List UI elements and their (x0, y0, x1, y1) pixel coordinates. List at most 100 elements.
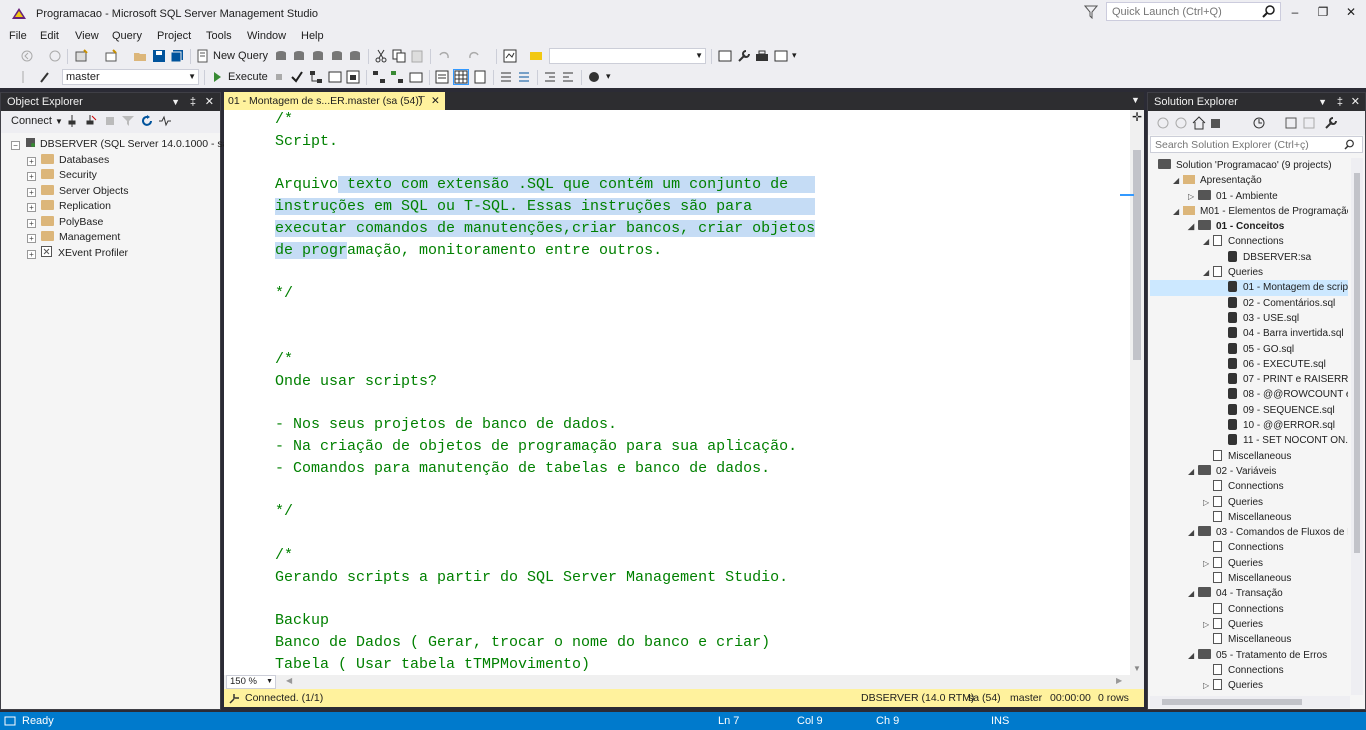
restore-button[interactable]: ❐ (1312, 4, 1334, 20)
panel-dropdown-icon[interactable]: ▼ (1318, 93, 1327, 111)
tree-node-replication[interactable]: + Replication (27, 199, 219, 215)
solution-tree-item[interactable]: 04 - Barra invertida.sql (1150, 326, 1348, 341)
code-line[interactable]: - Nos seus projetos de banco de dados. (275, 414, 815, 436)
code-line[interactable]: Tabela ( Usar tabela tTMPMovimento) (275, 654, 815, 675)
paste-icon[interactable] (410, 49, 424, 63)
code-line[interactable] (275, 327, 815, 349)
activity-monitor-icon[interactable] (503, 49, 517, 63)
parse-checkmark-icon[interactable] (290, 70, 304, 84)
code-line[interactable]: /* (275, 110, 815, 131)
tab-close-icon[interactable]: ✕ (431, 92, 440, 110)
menu-help[interactable]: Help (300, 28, 325, 44)
results-to-file-icon[interactable] (473, 70, 487, 84)
toolbox-icon[interactable] (755, 49, 769, 63)
save-all-icon[interactable] (170, 49, 184, 63)
solution-tree-item[interactable]: ◢ Apresentação (1150, 173, 1348, 188)
collapse-arrow-icon[interactable]: ◢ (1188, 219, 1198, 234)
connect-icon[interactable] (16, 70, 30, 84)
solution-tree-item[interactable]: 09 - SEQUENCE.sql (1150, 403, 1348, 418)
menu-edit[interactable]: Edit (39, 28, 60, 44)
zoom-select[interactable]: 150 % ▼ (226, 675, 276, 689)
pin-icon[interactable]: ‡ (190, 93, 196, 111)
tools-wrench-icon[interactable] (737, 49, 751, 63)
redo-icon[interactable] (467, 49, 481, 63)
code-line[interactable] (275, 589, 815, 611)
pending-changes-icon[interactable] (1252, 116, 1266, 130)
uncomment-icon[interactable] (517, 70, 531, 84)
expand-icon[interactable]: + (27, 156, 36, 166)
solution-horizontal-scrollbar[interactable] (1150, 696, 1350, 708)
menu-file[interactable]: File (8, 28, 28, 44)
copy-icon[interactable] (392, 49, 406, 63)
code-line[interactable]: de programação, monitoramento entre outr… (275, 240, 815, 262)
code-line[interactable] (275, 262, 815, 284)
close-window-button[interactable]: ✕ (1340, 4, 1362, 20)
panel-dropdown-icon[interactable]: ▼ (171, 93, 180, 111)
code-line[interactable]: instruções em SQL ou T-SQL. Essas instru… (275, 196, 816, 218)
database-select[interactable]: master ▼ (62, 69, 199, 85)
solution-tree-item[interactable]: ◢ Queries (1150, 265, 1348, 280)
add-item-icon[interactable] (104, 49, 118, 63)
results-to-text-icon[interactable] (435, 70, 449, 84)
menu-window[interactable]: Window (246, 28, 287, 44)
properties-icon[interactable] (718, 49, 732, 63)
scroll-thumb[interactable] (1354, 173, 1360, 553)
solution-tree-item[interactable]: ◢ 04 - Transação (1150, 586, 1348, 601)
code-line[interactable]: - Na criação de objetos de programação p… (275, 436, 815, 458)
database-engine-query-icon[interactable] (274, 49, 288, 63)
solution-tree-item[interactable]: 11 - SET NOCONT ON.s (1150, 433, 1348, 448)
home-icon[interactable] (1192, 116, 1206, 130)
new-project-icon[interactable] (74, 49, 88, 63)
code-line[interactable]: executar comandos de manutenções,criar b… (275, 218, 816, 240)
code-line[interactable]: Gerando scripts a partir do SQL Server M… (275, 567, 815, 589)
expand-arrow-icon[interactable]: ▷ (1188, 189, 1198, 204)
expand-arrow-icon[interactable]: ▷ (1203, 678, 1213, 693)
filter-icon[interactable] (121, 114, 135, 128)
collapse-arrow-icon[interactable]: ◢ (1173, 173, 1183, 188)
tree-node-management[interactable]: + Management (27, 230, 219, 246)
code-line[interactable] (275, 392, 815, 414)
code-area[interactable]: /* Script. Arquivo texto com extensão .SQL… (248, 110, 1118, 675)
close-panel-icon[interactable]: ✕ (205, 93, 214, 111)
feedback-filter-icon[interactable] (1084, 5, 1098, 19)
selected-text[interactable]: texto com extensão .SQL que contém um co… (338, 176, 816, 194)
code-line[interactable]: Banco de Dados ( Gerar, trocar o nome do… (275, 632, 815, 654)
refresh-icon[interactable] (140, 114, 154, 128)
activity-monitor-icon[interactable] (158, 114, 172, 128)
pin-icon[interactable]: ‡ (1337, 93, 1343, 111)
collapse-icon[interactable]: − (11, 141, 20, 150)
increase-indent-icon[interactable] (561, 70, 575, 84)
solution-tree-item[interactable]: ◢ 05 - Tratamento de Erros (1150, 648, 1348, 663)
xmla-query-icon[interactable] (348, 49, 362, 63)
mdx-query-icon[interactable] (311, 49, 325, 63)
collapse-arrow-icon[interactable]: ◢ (1203, 234, 1213, 249)
collapse-arrow-icon[interactable]: ◢ (1188, 464, 1198, 479)
code-line[interactable]: Script. (275, 131, 815, 153)
solution-tree-item[interactable]: Miscellaneous (1150, 510, 1348, 525)
undo-icon[interactable] (437, 49, 451, 63)
tab-pin-icon[interactable]: ⊤ (417, 92, 426, 110)
tree-node-databases[interactable]: + Databases (27, 153, 219, 169)
query-designer-icon[interactable] (328, 70, 342, 84)
search-icon[interactable] (1344, 139, 1355, 150)
solution-vertical-scrollbar[interactable] (1351, 158, 1363, 695)
code-line[interactable]: - Comandos para manutenção de tabelas e … (275, 458, 815, 480)
tab-query-montagem[interactable]: 01 - Montagem de s...ER.master (sa (54))… (224, 92, 445, 110)
scroll-right-icon[interactable]: ▶ (1116, 676, 1122, 685)
toolbar2-overflow-icon[interactable]: ▾ (606, 71, 611, 82)
solution-tree-item[interactable]: ◢ 01 - Conceitos (1150, 219, 1348, 234)
dmx-query-icon[interactable] (330, 49, 344, 63)
expand-icon[interactable]: + (27, 203, 36, 212)
live-stats-icon[interactable] (390, 70, 404, 84)
solution-tree-item[interactable]: 02 - Comentários.sql (1150, 296, 1348, 311)
menu-project[interactable]: Project (156, 28, 192, 44)
server-node[interactable]: − DBSERVER (SQL Server 14.0.1000 - sa) (11, 137, 232, 153)
code-line[interactable] (275, 153, 815, 175)
back-icon[interactable] (1156, 116, 1170, 130)
split-editor-icon[interactable]: ✛ (1132, 110, 1142, 124)
editor-vertical-scrollbar[interactable]: ✛ ▼ (1120, 110, 1144, 675)
solution-tree-item[interactable]: 06 - EXECUTE.sql (1150, 357, 1348, 372)
solution-tree-item[interactable]: ▷ 01 - Ambiente (1150, 189, 1348, 204)
code-line[interactable] (275, 305, 815, 327)
tree-node-xevent-profiler[interactable]: + XEvent Profiler (27, 245, 219, 262)
